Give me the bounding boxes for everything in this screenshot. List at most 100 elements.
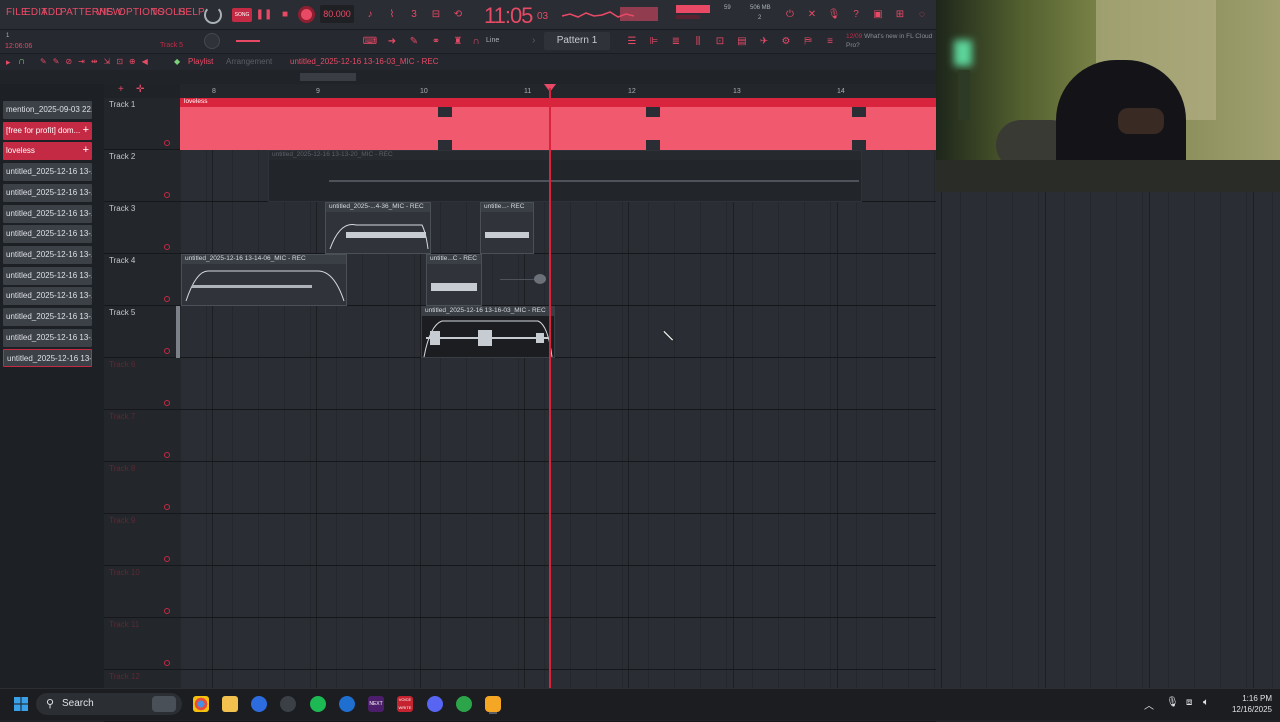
- track-label[interactable]: Track 3: [109, 204, 135, 213]
- song-mode-button[interactable]: SONG: [232, 8, 252, 22]
- track-mute-dot[interactable]: [164, 556, 170, 562]
- save-icon[interactable]: ▣: [870, 6, 886, 22]
- browser-clip[interactable]: untitled_2025-12-16 13-...: [3, 349, 92, 368]
- track-mute-dot[interactable]: [164, 452, 170, 458]
- track-mute-dot[interactable]: [164, 192, 170, 198]
- magnet-icon[interactable]: ∩: [468, 33, 484, 49]
- menu-help[interactable]: HELP: [178, 7, 205, 18]
- snap-select[interactable]: Line: [486, 37, 499, 44]
- master-volume-knob[interactable]: [204, 33, 220, 49]
- app-icon-gray[interactable]: [280, 696, 296, 712]
- mixer-icon[interactable]: ✕: [804, 6, 820, 22]
- file-explorer-icon[interactable]: [222, 696, 238, 712]
- menu-arrow-icon[interactable]: ▸: [6, 57, 11, 68]
- app-icon-blue2[interactable]: [339, 696, 355, 712]
- tray-clock[interactable]: 1:16 PM 12/16/2025: [1222, 693, 1272, 715]
- track-label[interactable]: Track 4: [109, 256, 135, 265]
- app-icon-blue[interactable]: [251, 696, 267, 712]
- help-icon[interactable]: ?: [848, 6, 864, 22]
- news-hint[interactable]: 12/09 What's new in FL Cloud Pro?: [846, 32, 934, 50]
- browser-clip[interactable]: untitled_2025-12-16 13-...: [3, 163, 92, 182]
- playlist-icon[interactable]: ☰: [624, 33, 640, 49]
- countdown-icon[interactable]: 3: [406, 6, 422, 22]
- move-icon[interactable]: ✛: [136, 84, 144, 95]
- browser-clip[interactable]: loveless +: [3, 142, 92, 161]
- track-label[interactable]: Track 6: [109, 360, 135, 369]
- track-mute-dot[interactable]: [164, 660, 170, 666]
- channel-rack-icon[interactable]: ≣: [668, 33, 684, 49]
- playhead[interactable]: [549, 88, 551, 688]
- clip-track4-b[interactable]: untitle...C - REC: [426, 254, 482, 306]
- plugin-db-icon[interactable]: ▤: [734, 33, 750, 49]
- track-label[interactable]: Track 7: [109, 412, 135, 421]
- step-edit-icon[interactable]: ⊟: [428, 6, 444, 22]
- browser-clip[interactable]: untitled_2025-12-16 13-...: [3, 183, 92, 202]
- song-position[interactable]: 11:05: [484, 3, 533, 29]
- browser-icon[interactable]: ⊡: [712, 33, 728, 49]
- clip-track3-a[interactable]: untitled_2025-...4-36_MIC - REC: [325, 202, 431, 254]
- stamp-icon[interactable]: ♜: [450, 33, 466, 49]
- track-label[interactable]: Track 9: [109, 516, 135, 525]
- record-button[interactable]: [298, 6, 315, 23]
- browser-clip[interactable]: untitled_2025-12-16 13-...: [3, 245, 92, 264]
- tray-volume-icon[interactable]: 🔈︎: [1203, 697, 1209, 708]
- track-mute-dot[interactable]: [164, 504, 170, 510]
- master-pitch-slider[interactable]: [236, 40, 260, 42]
- browser-clip[interactable]: untitled_2025-12-16 13-...: [3, 287, 92, 306]
- clip-track4-a[interactable]: untitled_2025-12-16 13-14-06_MIC - REC: [181, 254, 347, 306]
- track-label[interactable]: Track 5: [109, 308, 135, 317]
- tag-icon[interactable]: ⛿: [800, 33, 816, 49]
- next-app-icon[interactable]: NEXT: [368, 696, 384, 712]
- stop-icon[interactable]: ■: [277, 6, 293, 22]
- discord-icon[interactable]: [427, 696, 443, 712]
- chat-icon[interactable]: ◌: [914, 6, 930, 22]
- magnet-snap-icon[interactable]: ∩: [18, 56, 25, 67]
- track-mute-dot[interactable]: [164, 140, 170, 146]
- browser-clip[interactable]: [free for profit] dom... +: [3, 121, 92, 140]
- clip-track2[interactable]: untitled_2025-12-16 13-13-20_MIC - REC: [268, 150, 862, 202]
- track-mute-dot[interactable]: [164, 608, 170, 614]
- clip-track5[interactable]: untitled_2025-12-16 13-16-03_MIC - REC: [421, 306, 555, 358]
- metronome-icon[interactable]: ♪: [362, 6, 378, 22]
- wait-input-icon[interactable]: ⌇: [384, 6, 400, 22]
- browser-clip[interactable]: untitled_2025-12-16 13-...: [3, 328, 92, 347]
- track-label[interactable]: Track 10: [109, 568, 140, 577]
- render-icon[interactable]: ⊞: [892, 6, 908, 22]
- track-label[interactable]: Track 1: [109, 100, 135, 109]
- windows-start-icon[interactable]: [14, 697, 28, 711]
- timeline-ruler[interactable]: [180, 84, 936, 98]
- chrome-icon[interactable]: [193, 696, 209, 712]
- track-label[interactable]: Track 2: [109, 152, 135, 161]
- tempo-display[interactable]: 80.000: [320, 5, 354, 23]
- tray-display-icon[interactable]: ⧈: [1186, 697, 1192, 708]
- tray-mic-icon[interactable]: 🎙︎: [1166, 697, 1179, 708]
- play-pattern-icon[interactable]: ◆: [174, 57, 180, 66]
- tray-chevron-icon[interactable]: ︿: [1144, 697, 1154, 712]
- brush-icon[interactable]: ✎: [406, 33, 422, 49]
- script-icon[interactable]: ⚙: [778, 33, 794, 49]
- fl-studio-icon[interactable]: [485, 696, 501, 712]
- track-label[interactable]: Track 8: [109, 464, 135, 473]
- list-icon[interactable]: ≡: [822, 33, 838, 49]
- pattern-prev-icon[interactable]: ›: [532, 35, 535, 46]
- track-label[interactable]: Track 11: [109, 620, 139, 629]
- app-icon-green[interactable]: [456, 696, 472, 712]
- browser-clip[interactable]: untitled_2025-12-16 13-...: [3, 204, 92, 223]
- pause-icon[interactable]: ❚❚: [256, 6, 273, 22]
- plugin-picker-icon[interactable]: ✈: [756, 33, 772, 49]
- track-mute-dot[interactable]: [164, 400, 170, 406]
- add-clip-icon[interactable]: +: [83, 144, 89, 156]
- link-icon[interactable]: ⚭: [428, 33, 444, 49]
- mic-icon[interactable]: 🎙︎: [826, 6, 842, 22]
- taskbar-search[interactable]: ⚲ Search: [36, 693, 182, 715]
- track-label[interactable]: Track 12: [109, 672, 140, 681]
- pattern-select[interactable]: Pattern 1: [544, 32, 610, 50]
- arrow-right-icon[interactable]: ➜: [384, 33, 400, 49]
- piano-roll-icon[interactable]: ⊫: [646, 33, 662, 49]
- browser-clip[interactable]: untitled_2025-12-16 13-...: [3, 266, 92, 285]
- loop-record-icon[interactable]: ⟲: [450, 6, 466, 22]
- playlist-tools[interactable]: ✎✎⊘⇥⇹⇲⊡⊕◀: [40, 57, 170, 67]
- browser-clip[interactable]: untitled_2025-12-16 13-...: [3, 308, 92, 326]
- track-mute-dot[interactable]: [164, 296, 170, 302]
- keyboard-icon[interactable]: ⌨: [362, 33, 378, 49]
